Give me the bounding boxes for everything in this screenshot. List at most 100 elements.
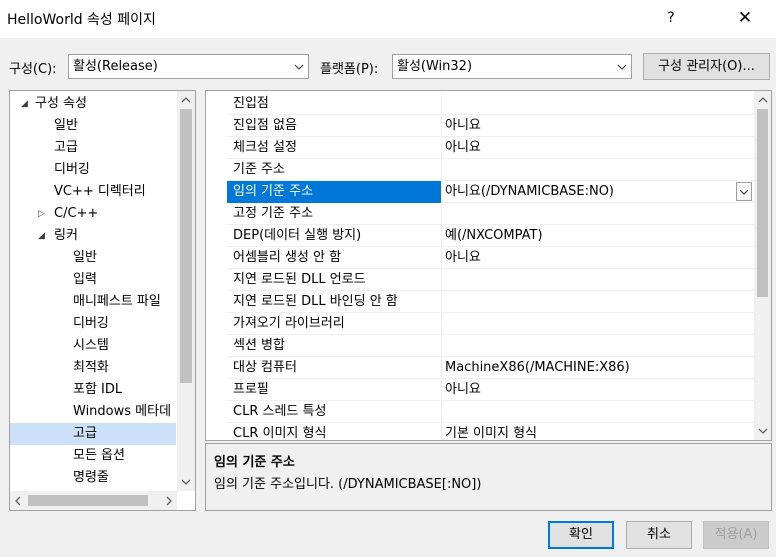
- property-name: 지연 로드된 DLL 바인딩 안 함: [233, 294, 398, 309]
- property-row[interactable]: 대상 컴퓨터 MachineX86(/MACHINE:X86): [227, 357, 754, 379]
- column-divider: [441, 335, 442, 357]
- property-row[interactable]: DEP(데이터 실행 방지) 예(/NXCOMPAT): [227, 225, 754, 247]
- property-row[interactable]: CLR 스레드 특성: [227, 401, 754, 423]
- property-row[interactable]: 임의 기준 주소 아니요(/DYNAMICBASE:NO): [227, 181, 754, 203]
- tree-item[interactable]: 명령줄: [10, 467, 176, 489]
- property-value[interactable]: 아니요: [445, 247, 481, 269]
- tree-item-label: 디버깅: [73, 316, 109, 331]
- column-divider: [441, 181, 442, 203]
- ok-button[interactable]: 확인: [548, 521, 614, 549]
- scroll-right-icon[interactable]: [165, 496, 173, 506]
- config-combo[interactable]: 활성(Release): [68, 54, 309, 79]
- property-name: 진입점 없음: [233, 118, 297, 133]
- property-row[interactable]: 섹션 병합: [227, 335, 754, 357]
- platform-combo[interactable]: 활성(Win32): [392, 54, 632, 79]
- property-name: DEP(데이터 실행 방지): [233, 228, 362, 243]
- property-name: 가져오기 라이브러리: [233, 316, 345, 331]
- tree-item[interactable]: 고급: [10, 423, 176, 445]
- tree-item[interactable]: ◢ 링커: [10, 225, 176, 247]
- scroll-down-icon[interactable]: [181, 478, 191, 486]
- tree-item-label: 고급: [54, 140, 78, 155]
- property-row[interactable]: 지연 로드된 DLL 언로드: [227, 269, 754, 291]
- property-name: CLR 이미지 형식: [233, 426, 327, 441]
- description-panel: 임의 기준 주소 임의 기준 주소입니다. (/DYNAMICBASE[:NO]…: [205, 443, 772, 511]
- grid-vertical-scrollbar[interactable]: [754, 91, 771, 440]
- property-value[interactable]: 아니요: [445, 115, 481, 137]
- property-row[interactable]: 가져오기 라이브러리: [227, 313, 754, 335]
- tree-item[interactable]: ◢ 구성 속성: [10, 93, 176, 115]
- tree-item[interactable]: 고급: [10, 137, 176, 159]
- tree-item-label: 명령줄: [73, 470, 109, 485]
- window-title: HelloWorld 속성 페이지: [7, 12, 156, 28]
- tree-item[interactable]: 시스템: [10, 335, 176, 357]
- property-name: CLR 스레드 특성: [233, 404, 327, 419]
- property-row[interactable]: CLR 이미지 형식 기본 이미지 형식: [227, 423, 754, 441]
- tree-item-label: 디버깅: [54, 162, 90, 177]
- tree-item-label: 입력: [73, 272, 97, 287]
- close-button[interactable]: ✕: [729, 2, 761, 34]
- property-row[interactable]: 기준 주소: [227, 159, 754, 181]
- grid-scroll-thumb[interactable]: [757, 109, 768, 297]
- tree-item[interactable]: 디버깅: [10, 159, 176, 181]
- tree-item[interactable]: 디버깅: [10, 313, 176, 335]
- scroll-up-icon[interactable]: [181, 96, 191, 104]
- property-row[interactable]: 프로필 아니요: [227, 379, 754, 401]
- apply-button[interactable]: 적용(A): [703, 521, 769, 549]
- tree-item[interactable]: 최적화: [10, 357, 176, 379]
- property-row[interactable]: 지연 로드된 DLL 바인딩 안 함: [227, 291, 754, 313]
- tree-item[interactable]: 모든 옵션: [10, 445, 176, 467]
- chevron-down-icon: [739, 189, 749, 195]
- tree-vertical-scrollbar[interactable]: [177, 91, 195, 491]
- value-dropdown-button[interactable]: [736, 182, 752, 201]
- scroll-down-icon[interactable]: [758, 427, 768, 435]
- tree-item[interactable]: 일반: [10, 115, 176, 137]
- tree-item[interactable]: Windows 메타데: [10, 401, 176, 423]
- property-value[interactable]: 아니요(/DYNAMICBASE:NO): [445, 181, 614, 203]
- property-grid[interactable]: 진입점 진입점 없음 아니요 체크섬 설정 아니요 기준 주소 임의 기준 주소 아니요(/D…: [205, 90, 772, 441]
- tree-scroll-thumb[interactable]: [180, 109, 192, 383]
- tree-item-label: C/C++: [54, 206, 99, 221]
- column-divider: [441, 269, 442, 291]
- tree-item[interactable]: 입력: [10, 269, 176, 291]
- tree-hscroll-thumb[interactable]: [28, 495, 148, 506]
- tree-item-label: 매니페스트 파일: [73, 294, 161, 309]
- property-row[interactable]: 고정 기준 주소: [227, 203, 754, 225]
- property-row[interactable]: 체크섬 설정 아니요: [227, 137, 754, 159]
- property-value[interactable]: MachineX86(/MACHINE:X86): [445, 357, 630, 379]
- chevron-down-icon: [617, 64, 627, 70]
- tree-item-label: 일반: [73, 250, 97, 265]
- title-bar: HelloWorld 속성 페이지 ? ✕: [0, 0, 776, 38]
- config-value: 활성(Release): [73, 59, 158, 74]
- property-name: 임의 기준 주소: [233, 184, 314, 199]
- tree-item-label: 최적화: [73, 360, 109, 375]
- collapse-arrow-icon[interactable]: ◢: [21, 93, 28, 115]
- column-divider: [441, 291, 442, 313]
- property-value[interactable]: 아니요: [445, 379, 481, 401]
- property-value[interactable]: 기본 이미지 형식: [445, 423, 537, 440]
- tree-horizontal-scrollbar[interactable]: [10, 491, 177, 510]
- collapse-arrow-icon[interactable]: ◢: [38, 225, 45, 247]
- property-row[interactable]: 진입점: [227, 93, 754, 115]
- help-button[interactable]: ?: [655, 2, 687, 34]
- property-value[interactable]: 예(/NXCOMPAT): [445, 225, 543, 247]
- expand-arrow-icon[interactable]: ▷: [38, 203, 45, 225]
- cancel-button[interactable]: 취소: [626, 521, 692, 549]
- scroll-up-icon[interactable]: [758, 96, 768, 104]
- tree-item-label: VC++ 디렉터리: [54, 184, 146, 199]
- tree-view[interactable]: ◢ 구성 속성 일반 고급 디버깅 VC++ 디렉터리 ▷ C/C++ ◢ 링커 일반 입력 매니페스트…: [9, 90, 196, 511]
- config-manager-button[interactable]: 구성 관리자(O)...: [643, 53, 770, 80]
- property-value[interactable]: 아니요: [445, 137, 481, 159]
- tree-item[interactable]: 일반: [10, 247, 176, 269]
- tree-item[interactable]: VC++ 디렉터리: [10, 181, 176, 203]
- property-name: 체크섬 설정: [233, 140, 297, 155]
- property-name: 대상 컴퓨터: [233, 360, 297, 375]
- tree-item[interactable]: ▷ C/C++: [10, 203, 176, 225]
- scroll-left-icon[interactable]: [14, 496, 22, 506]
- tree-item[interactable]: 매니페스트 파일: [10, 291, 176, 313]
- column-divider: [441, 137, 442, 159]
- column-divider: [441, 313, 442, 335]
- property-row[interactable]: 진입점 없음 아니요: [227, 115, 754, 137]
- tree-item[interactable]: 포함 IDL: [10, 379, 176, 401]
- property-row[interactable]: 어셈블리 생성 안 함 아니요: [227, 247, 754, 269]
- tree-item-label: 시스템: [73, 338, 109, 353]
